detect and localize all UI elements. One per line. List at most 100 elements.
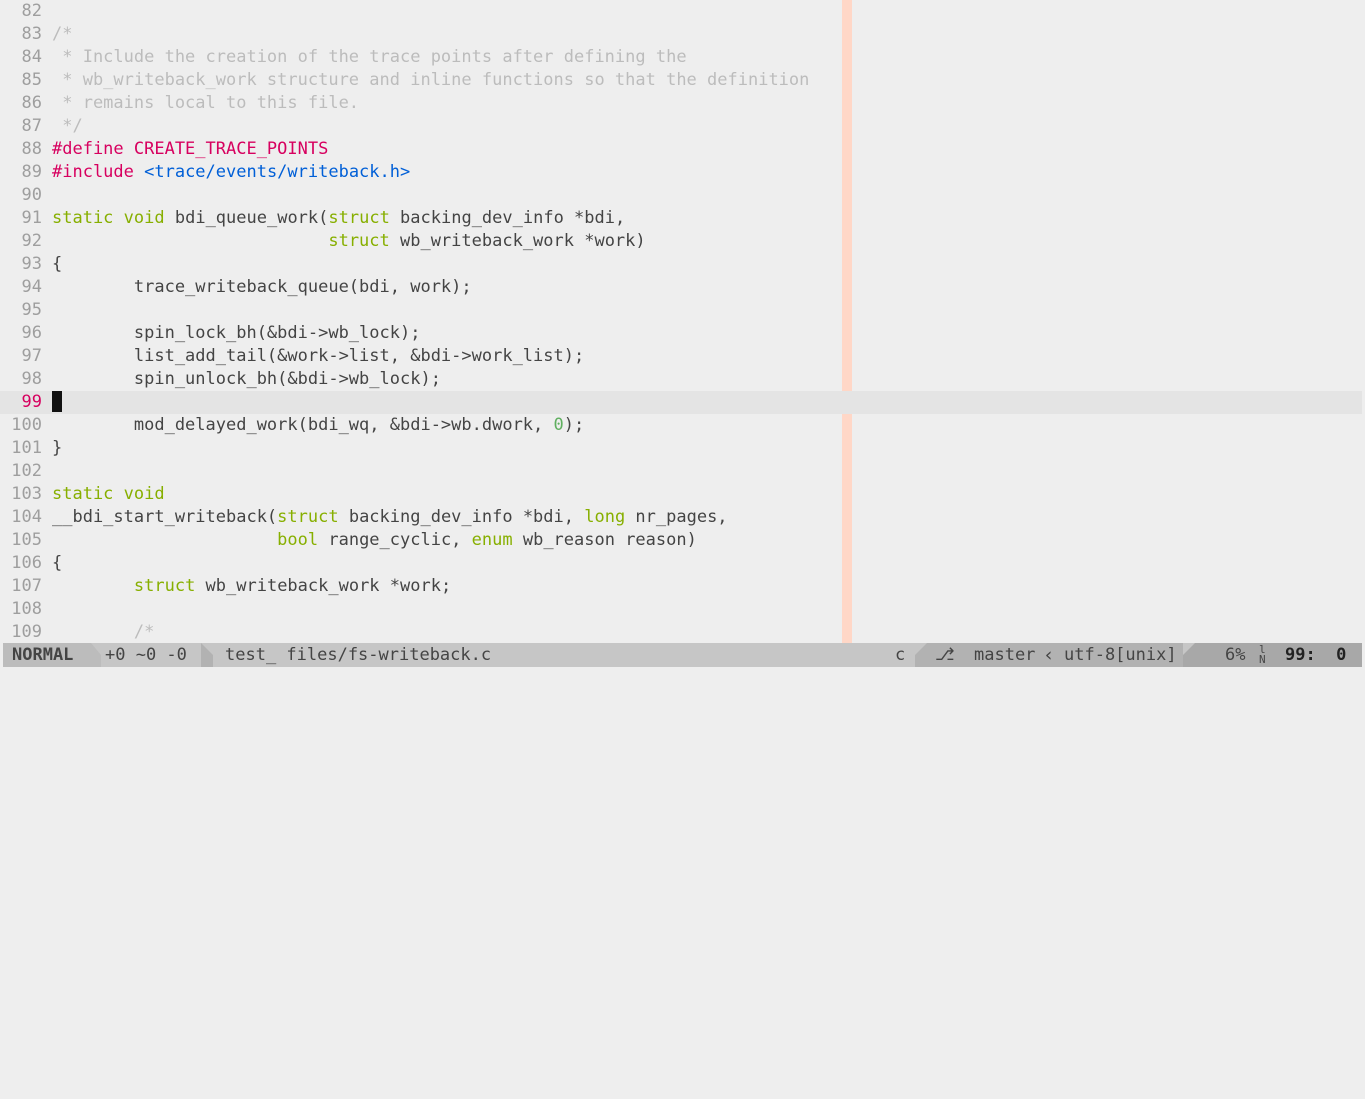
code-line[interactable]: 85 * wb_writeback_work structure and inl…: [0, 69, 1362, 92]
line-number: 94: [21, 277, 42, 297]
file-name[interactable]: test_ files/fs-writeback.c: [225, 643, 491, 667]
code-editor[interactable]: 82 83/* 84 * Include the creation of the t…: [0, 0, 1365, 643]
line-number: 95: [21, 300, 42, 320]
line-number: 98: [21, 369, 42, 389]
code-token: struct: [328, 231, 390, 251]
line-number: 93: [21, 254, 42, 274]
line-text: {: [52, 552, 62, 575]
code-line[interactable]: 83 /*: [0, 23, 1362, 46]
code-token: {: [52, 553, 63, 573]
code-token: backing_dev_info *bdi,: [338, 507, 585, 527]
line-number: 91: [21, 208, 42, 228]
line-text: #include <trace/events/writeback.h>: [52, 161, 410, 184]
code-line[interactable]: 109 /*: [0, 621, 1362, 643]
line-text: mod_delayed_work(bdi_wq, &bdi->wb.dwork,…: [52, 414, 584, 437]
code-line[interactable]: 88 #define CREATE_TRACE_POINTS: [0, 138, 1362, 161]
code-token: struct: [277, 507, 339, 527]
code-token: static: [52, 484, 114, 504]
code-line[interactable]: 98 spin_unlock_bh(&bdi->wb_lock);: [0, 368, 1362, 391]
code-token: backing_dev_info *bdi,: [389, 208, 626, 228]
line-number: 82: [21, 1, 42, 21]
code-line[interactable]: 94 trace_writeback_queue(bdi, work);: [0, 276, 1362, 299]
code-token: bool: [277, 530, 319, 550]
code-line[interactable]: 93 {: [0, 253, 1362, 276]
line-number: 105: [11, 530, 42, 550]
code-token: void: [123, 208, 165, 228]
line-number: 100: [11, 415, 42, 435]
code-line[interactable]: 100 mod_delayed_work(bdi_wq, &bdi->wb.dw…: [0, 414, 1362, 437]
code-line[interactable]: 89 #include <trace/events/writeback.h>: [0, 161, 1362, 184]
line-number: 90: [21, 185, 42, 205]
line-number: 99: [21, 392, 42, 412]
line-number: 83: [21, 24, 42, 44]
code-token: list_add_tail(&work->list, &bdi->work_li…: [52, 346, 585, 366]
line-number: 103: [11, 484, 42, 504]
code-token: mod_delayed_work(bdi_wq, &bdi->wb.dwork,: [52, 415, 554, 435]
git-diff-summary: +0 ~0 -0: [105, 645, 187, 665]
line-number: 107: [11, 576, 42, 596]
code-line[interactable]: 105 bool range_cyclic, enum wb_reason re…: [0, 529, 1362, 552]
scroll-percent: 6%: [1225, 645, 1246, 665]
line-text: */: [52, 115, 82, 138]
line-number: 102: [11, 461, 42, 481]
code-line[interactable]: 82: [0, 0, 1362, 23]
code-token: #include: [52, 162, 145, 182]
line-text: static void: [52, 483, 165, 506]
code-token: wb_reason reason): [512, 530, 697, 550]
code-token: long: [584, 507, 626, 527]
code-token: struct: [328, 208, 390, 228]
line-text: static void bdi_queue_work(struct backin…: [52, 207, 625, 230]
line-number: 104: [11, 507, 42, 527]
code-line[interactable]: 92 struct wb_writeback_work *work): [0, 230, 1362, 253]
code-token: * Include the creation of the trace poin…: [52, 47, 687, 67]
code-token: range_cyclic,: [318, 530, 472, 550]
code-token: {: [52, 254, 63, 274]
code-token: struct: [133, 576, 196, 596]
line-text: __bdi_start_writeback(struct backing_dev…: [52, 506, 728, 529]
line-number: 97: [21, 346, 42, 366]
code-line[interactable]: 107 struct wb_writeback_work *work;: [0, 575, 1362, 598]
code-line[interactable]: 106 {: [0, 552, 1362, 575]
command-line[interactable]: [0, 667, 1365, 693]
line-text: {: [52, 253, 62, 276]
line-text: list_add_tail(&work->list, &bdi->work_li…: [52, 345, 584, 368]
code-line[interactable]: 99: [0, 391, 1362, 414]
code-line[interactable]: 97 list_add_tail(&work->list, &bdi->work…: [0, 345, 1362, 368]
line-text: * remains local to this file.: [52, 92, 359, 115]
file-encoding: utf-8[unix]: [1064, 645, 1177, 665]
line-number: 101: [11, 438, 42, 458]
code-line[interactable]: 108: [0, 598, 1362, 621]
line-text: spin_unlock_bh(&bdi->wb_lock);: [52, 368, 441, 391]
chevron-left-icon: ‹: [1043, 644, 1055, 666]
code-line[interactable]: 90: [0, 184, 1362, 207]
code-token: bdi_queue_work(: [164, 208, 329, 228]
line-number: 84: [21, 47, 42, 67]
code-token: * wb_writeback_work structure and inline…: [52, 70, 810, 90]
line-text: struct wb_writeback_work *work): [52, 230, 645, 253]
code-token: spin_lock_bh(&bdi->wb_lock);: [52, 323, 421, 343]
code-line[interactable]: 87 */: [0, 115, 1362, 138]
line-text: * Include the creation of the trace poin…: [52, 46, 687, 69]
line-number: 96: [21, 323, 42, 343]
code-token: __bdi_start_writeback(: [52, 507, 278, 527]
line-text: #define CREATE_TRACE_POINTS: [52, 138, 328, 161]
code-line[interactable]: 103 static void: [0, 483, 1362, 506]
code-line[interactable]: 91 static void bdi_queue_work(struct back…: [0, 207, 1362, 230]
code-line[interactable]: 95: [0, 299, 1362, 322]
line-text: struct wb_writeback_work *work;: [52, 575, 451, 598]
code-line[interactable]: 101}: [0, 437, 1362, 460]
code-line[interactable]: 104 __bdi_start_writeback(struct backing_…: [0, 506, 1362, 529]
code-line[interactable]: 84 * Include the creation of the trace p…: [0, 46, 1362, 69]
code-token: /*: [52, 24, 73, 44]
code-line[interactable]: 86 * remains local to this file.: [0, 92, 1362, 115]
code-line[interactable]: 96 spin_lock_bh(&bdi->wb_lock);: [0, 322, 1362, 345]
line-text: bool range_cyclic, enum wb_reason reason…: [52, 529, 697, 552]
code-token: nr_pages,: [625, 507, 728, 527]
code-line[interactable]: 102: [0, 460, 1362, 483]
line-number: 89: [21, 162, 42, 182]
line-text: spin_lock_bh(&bdi->wb_lock);: [52, 322, 421, 345]
